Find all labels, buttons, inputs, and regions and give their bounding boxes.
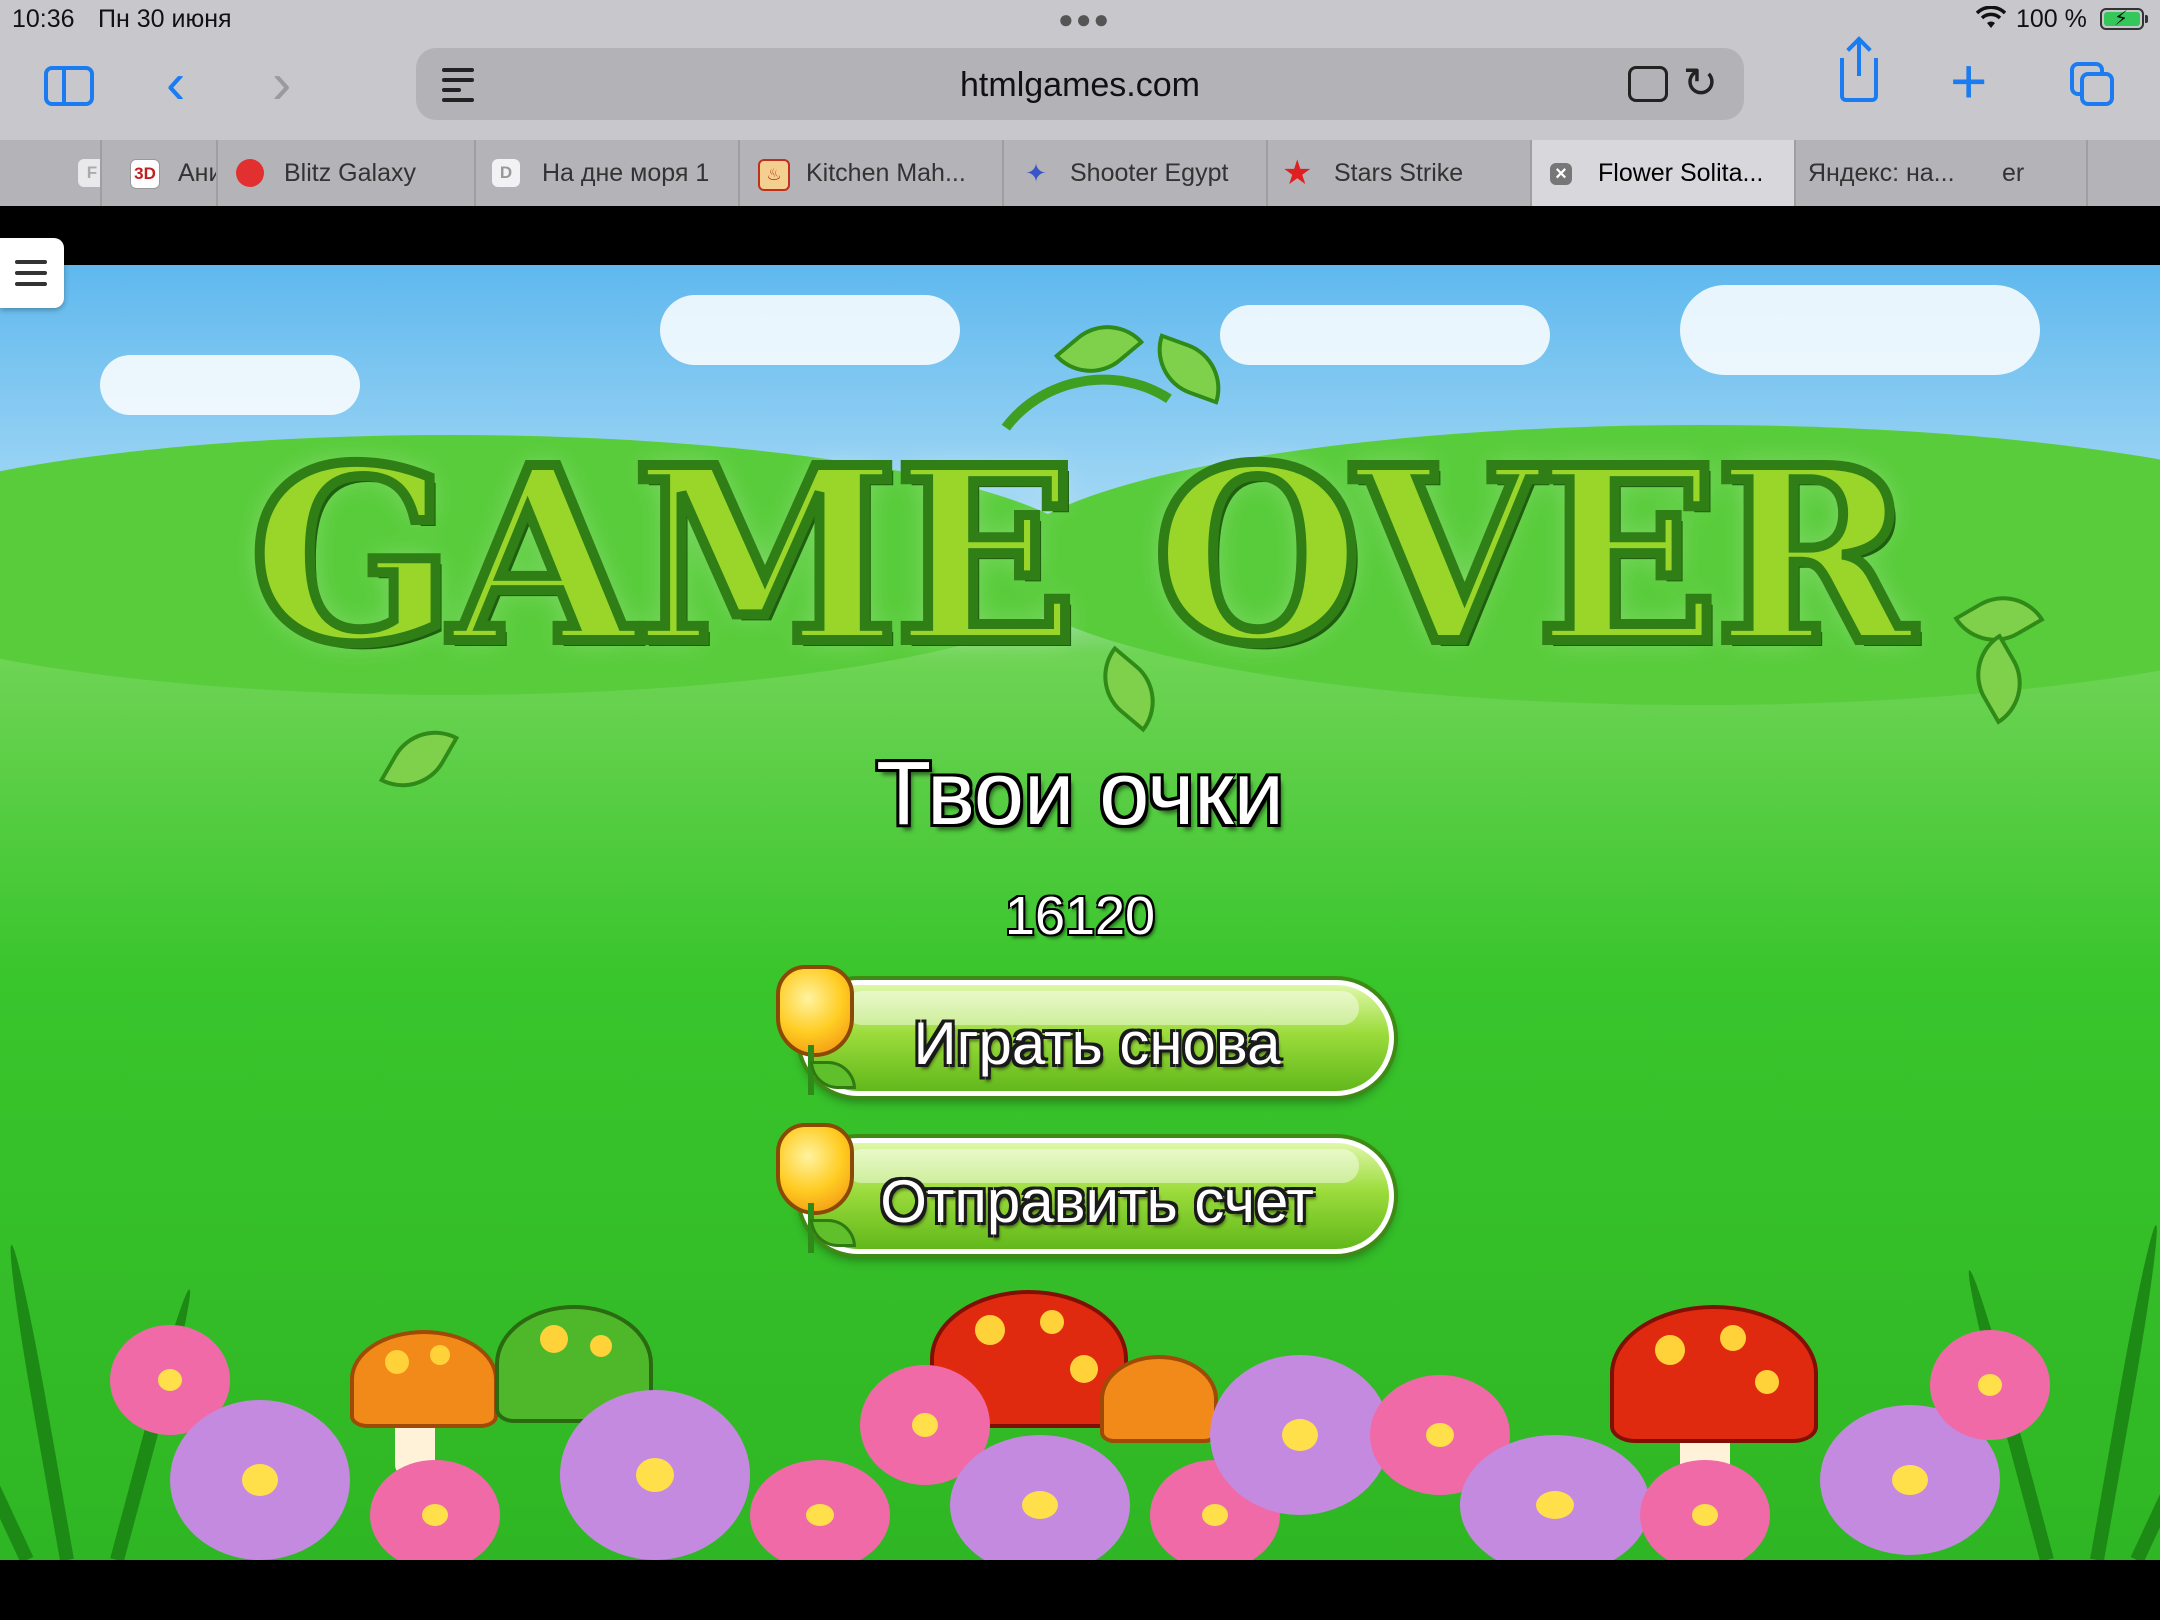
grass-blade <box>2090 1223 2160 1560</box>
tab-label: Kitchen Mah... <box>806 159 966 187</box>
score-title: Твои очки <box>876 744 1284 844</box>
address-bar[interactable]: htmlgames.com ↻ <box>416 48 1744 120</box>
tulip-icon <box>766 965 856 1095</box>
submit-score-label: Отправить счет <box>880 1168 1314 1235</box>
tab-label: er <box>2002 159 2025 187</box>
tab-favicon-icon: F <box>78 159 100 187</box>
close-tab-icon[interactable]: × <box>1550 163 1572 185</box>
tab-favicon-icon <box>236 159 264 187</box>
battery-charging-icon: ⚡ <box>2100 8 2148 30</box>
game-canvas: GAME OVER Твои очки 16120 Играть снова О… <box>0 265 2160 1560</box>
flower-icon <box>170 1400 350 1560</box>
tab-label: Ани <box>178 159 216 187</box>
game-over-heading: GAME OVER <box>245 410 1920 702</box>
forward-chevron-icon[interactable]: › <box>272 52 291 116</box>
browser-toolbar: ‹ › htmlgames.com ↻ + <box>0 40 2160 140</box>
status-date: Пн 30 июня <box>98 5 232 33</box>
tab-label: Shooter Egypt <box>1070 159 1229 187</box>
mushroom-spot <box>1040 1310 1064 1334</box>
wifi-icon <box>1975 5 2007 37</box>
back-chevron-icon[interactable]: ‹ <box>166 52 185 116</box>
new-tab-plus-icon[interactable]: + <box>1950 46 1987 116</box>
flower-icon <box>1640 1460 1770 1560</box>
tulip-icon <box>766 1123 856 1253</box>
hamburger-menu-icon[interactable] <box>0 238 64 308</box>
tab-overview-icon[interactable] <box>2070 62 2114 106</box>
tab[interactable]: D На дне моря 1 <box>476 140 740 206</box>
multitasking-dots-icon[interactable]: ●●● <box>1058 4 1111 35</box>
flower-icon <box>1460 1435 1650 1560</box>
cloud <box>660 295 960 365</box>
extensions-icon[interactable] <box>1628 66 1668 102</box>
tab-label: Stars Strike <box>1334 159 1464 187</box>
flower-icon <box>1210 1355 1390 1515</box>
cloud <box>1680 285 2040 375</box>
mushroom-spot <box>1655 1335 1685 1365</box>
tab[interactable]: ✦ Shooter Egypt <box>1004 140 1268 206</box>
tab[interactable]: Blitz Galaxy <box>218 140 476 206</box>
tab[interactable]: ♨ Kitchen Mah... <box>740 140 1004 206</box>
mushroom-spot <box>1755 1370 1779 1394</box>
mushroom-icon <box>1100 1355 1218 1443</box>
flower-icon <box>560 1390 750 1560</box>
tab-label: Flower Solita... <box>1598 159 1764 187</box>
tab[interactable]: Яндекс: на... er <box>1796 140 2088 206</box>
battery-percent: 100 % <box>2016 5 2087 33</box>
play-again-label: Играть снова <box>913 1010 1281 1077</box>
tab-favicon-icon: 3D <box>130 159 160 189</box>
tab[interactable]: F <box>40 140 102 206</box>
mushroom-spot <box>1070 1355 1098 1383</box>
mushroom-spot <box>540 1325 568 1353</box>
tab-favicon-icon: ♨ <box>758 159 790 191</box>
cloud <box>1220 305 1550 365</box>
tab-favicon-icon: ✦ <box>1025 158 1047 188</box>
share-icon[interactable] <box>1840 42 1878 102</box>
tab-label: Яндекс: на... <box>1808 159 1955 187</box>
grass-blade <box>4 1243 74 1560</box>
flower-icon <box>950 1435 1130 1560</box>
tab-label: Blitz Galaxy <box>284 159 416 187</box>
mushroom-spot <box>590 1335 612 1357</box>
play-again-button[interactable]: Играть снова <box>800 980 1394 1096</box>
sidebar-toggle-icon[interactable] <box>44 66 94 106</box>
reload-icon[interactable]: ↻ <box>1683 58 1718 107</box>
tab[interactable]: ★ Stars Strike <box>1268 140 1532 206</box>
tab[interactable]: 3D Ани <box>102 140 218 206</box>
tab-active[interactable]: × Flower Solita... <box>1532 140 1796 206</box>
flower-icon <box>750 1460 890 1560</box>
mushroom-spot <box>385 1350 409 1374</box>
flower-icon <box>1930 1330 2050 1440</box>
flower-icon <box>370 1460 500 1560</box>
submit-score-button[interactable]: Отправить счет <box>800 1138 1394 1254</box>
score-value: 16120 <box>1004 886 1156 946</box>
cloud <box>100 355 360 415</box>
tab-label: На дне моря 1 <box>542 159 710 187</box>
mushroom-spot <box>975 1315 1005 1345</box>
status-bar: 10:36 Пн 30 июня ●●● 100 % ⚡ <box>0 0 2160 40</box>
tab-bar: F 3D Ани Blitz Galaxy D На дне моря 1 ♨ … <box>0 140 2160 206</box>
tab-favicon-icon: D <box>492 159 520 187</box>
mushroom-spot <box>430 1345 450 1365</box>
tab-favicon-icon: ★ <box>1282 154 1313 192</box>
mushroom-icon <box>350 1330 498 1428</box>
mushroom-icon <box>1610 1305 1818 1443</box>
url-text[interactable]: htmlgames.com <box>416 66 1744 105</box>
status-time: 10:36 <box>12 5 75 33</box>
mushroom-spot <box>1720 1325 1746 1351</box>
